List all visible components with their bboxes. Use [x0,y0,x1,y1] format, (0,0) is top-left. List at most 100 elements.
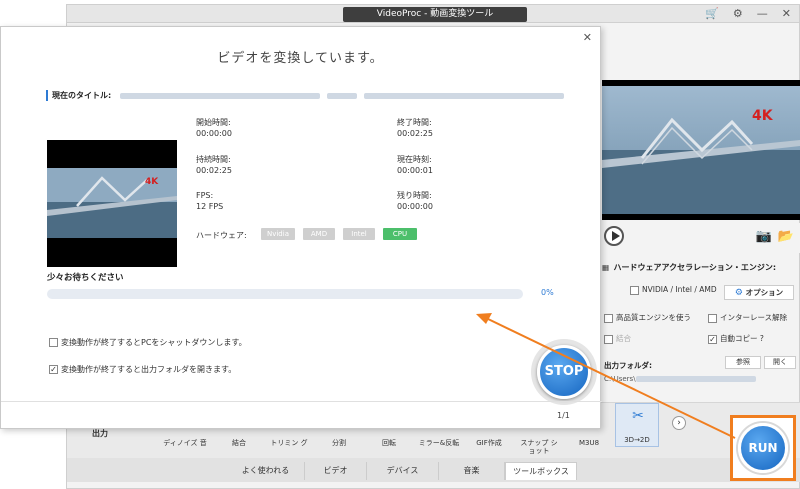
remaining-time: 残り時間: 00:00:00 [397,190,433,212]
pager: 1/1 [557,411,570,420]
run-button[interactable]: RUN [738,423,788,473]
hq-engine-row[interactable]: 高品質エンジンを使う [604,312,691,323]
progress-bar [47,289,523,299]
blurred-title-3 [363,92,564,99]
open-folder-checkbox[interactable] [49,365,58,374]
chip-icon: ▦ [602,263,610,272]
tool-label: ミラー&反転 [418,439,460,447]
blurred-title-2 [326,92,357,99]
camera-icon[interactable]: 📷 [756,229,772,244]
deinterlace-row[interactable]: インターレース解除 [708,312,787,323]
browse-button[interactable]: 参照 [725,356,761,369]
hq-engine-label: 高品質エンジンを使う [616,313,691,322]
deinterlace-label: インターレース解除 [720,313,788,322]
stop-button[interactable]: STOP [537,345,591,399]
duration: 持続時間: 00:02:25 [196,154,232,176]
nvidia-label: NVIDIA / Intel / AMD [642,285,717,294]
preview-4k-badge: 4K [752,108,774,124]
badge-amd: AMD [303,228,335,240]
start-label: 開始時間: [196,118,231,127]
merge-label: 結合 [616,334,631,343]
tab-common[interactable]: よく使われる [227,462,305,480]
tool-label: 結合 [232,439,246,447]
tool-label: ディノイズ 音 [163,439,207,447]
open-folder-label: 変換動作が終了すると出力フォルダを開きます。 [61,365,237,374]
conversion-dialog: ✕ ビデオを変換しています。 現在のタイトル: 4K 開始時間: 00:00:00… [0,26,602,429]
end-label: 終了時間: [397,118,432,127]
merge-checkbox[interactable] [604,334,613,344]
fps-value: 12 FPS [196,202,224,211]
close-icon[interactable]: ✕ [782,6,791,22]
hq-engine-checkbox[interactable] [604,313,613,323]
window-controls: 🛒 ⚙ — ✕ [705,6,791,22]
remaining-value: 00:00:00 [397,202,433,211]
tools-icon: ✂ [632,408,644,424]
player-controls: 📷 📂 [602,223,800,253]
shutdown-option[interactable]: 変換動作が終了するとPCをシャットダウンします。 [49,337,247,348]
remaining-label: 残り時間: [397,191,432,200]
tab-music[interactable]: 音楽 [439,462,505,480]
option-button[interactable]: ⚙ オプション [724,285,794,300]
close-icon[interactable]: ✕ [583,31,592,44]
duration-label: 持続時間: [196,155,231,164]
stop-button-wrap: STOP [531,339,597,405]
wait-message: 少々お待ちください [47,273,124,283]
current-value: 00:00:01 [397,166,433,175]
deinterlace-checkbox[interactable] [708,313,717,323]
nvidia-checkbox-row[interactable]: NVIDIA / Intel / AMD [630,285,717,295]
minimize-icon[interactable]: — [757,6,768,22]
fps: FPS: 12 FPS [196,190,223,212]
output-path-prefix: C:\Users\ [604,375,636,383]
hardware-label: ハードウェア: [196,231,247,240]
output-path[interactable]: C:\Users\ [604,372,800,386]
start-value: 00:00:00 [196,129,232,138]
option-label: オプション [745,288,784,297]
category-tabs: よく使われる ビデオ デバイス 音楽 ツールボックス [67,458,800,482]
thumbnail-image: 4K [47,140,177,267]
autocopy-checkbox[interactable] [708,334,717,344]
badge-intel: Intel [343,228,375,240]
end-value: 00:02:25 [397,129,433,138]
merge-row[interactable]: 結合 [604,333,631,344]
shutdown-checkbox[interactable] [49,338,58,347]
hardware-panel: ▦ ハードウェアアクセラレーション・エンジン: NVIDIA / Intel /… [602,260,800,360]
video-preview: 4K [602,80,800,220]
output-tab[interactable]: 出力 [92,428,108,439]
preview-image: 4K [602,80,800,220]
autocopy-label: 自動コピー ? [720,334,764,343]
badge-cpu: CPU [383,228,417,240]
autocopy-row[interactable]: 自動コピー ? [708,333,764,344]
gear-icon[interactable]: ⚙ [733,6,743,22]
thumbnail-4k-badge: 4K [145,177,159,187]
fps-label: FPS: [196,191,214,200]
end-time: 終了時間: 00:02:25 [397,117,433,139]
progress-percent: 0% [541,288,554,297]
current-title-label: 現在のタイトル: [52,91,112,100]
play-button[interactable] [604,226,624,246]
tool-label: 分割 [332,439,346,447]
tab-device[interactable]: デバイス [367,462,439,480]
open-folder-option[interactable]: 変換動作が終了すると出力フォルダを開きます。 [49,364,236,375]
blurred-title-1 [120,92,320,99]
current-time: 現在時刻: 00:00:01 [397,154,433,176]
tab-video[interactable]: ビデオ [305,462,367,480]
tool-label: 3D→2D [624,436,650,444]
nvidia-checkbox[interactable] [630,285,639,295]
tool-label: トリミン グ [270,439,308,447]
blurred-path [635,376,756,382]
next-tools-button[interactable]: › [672,416,686,430]
output-folder-label: 出力フォルダ: [604,361,652,370]
hw-panel-title-row: ▦ ハードウェアアクセラレーション・エンジン: [602,262,776,273]
duration-value: 00:02:25 [196,166,232,175]
tool-3d-to-2d[interactable]: ✂ 3D→2D [615,403,659,447]
tab-toolbox[interactable]: ツールボックス [505,462,577,480]
gear-icon: ⚙ [734,288,743,298]
folder-icon[interactable]: 📂 [778,229,794,244]
open-button[interactable]: 開く [764,356,796,369]
app-title: VideoProc - 動画変換ツール [343,7,527,22]
cart-icon[interactable]: 🛒 [705,6,719,22]
video-thumbnail: 4K [47,140,177,267]
dialog-title: ビデオを変換しています。 [217,51,384,66]
badge-nvidia: Nvidia [261,228,295,240]
start-time: 開始時間: 00:00:00 [196,117,232,139]
